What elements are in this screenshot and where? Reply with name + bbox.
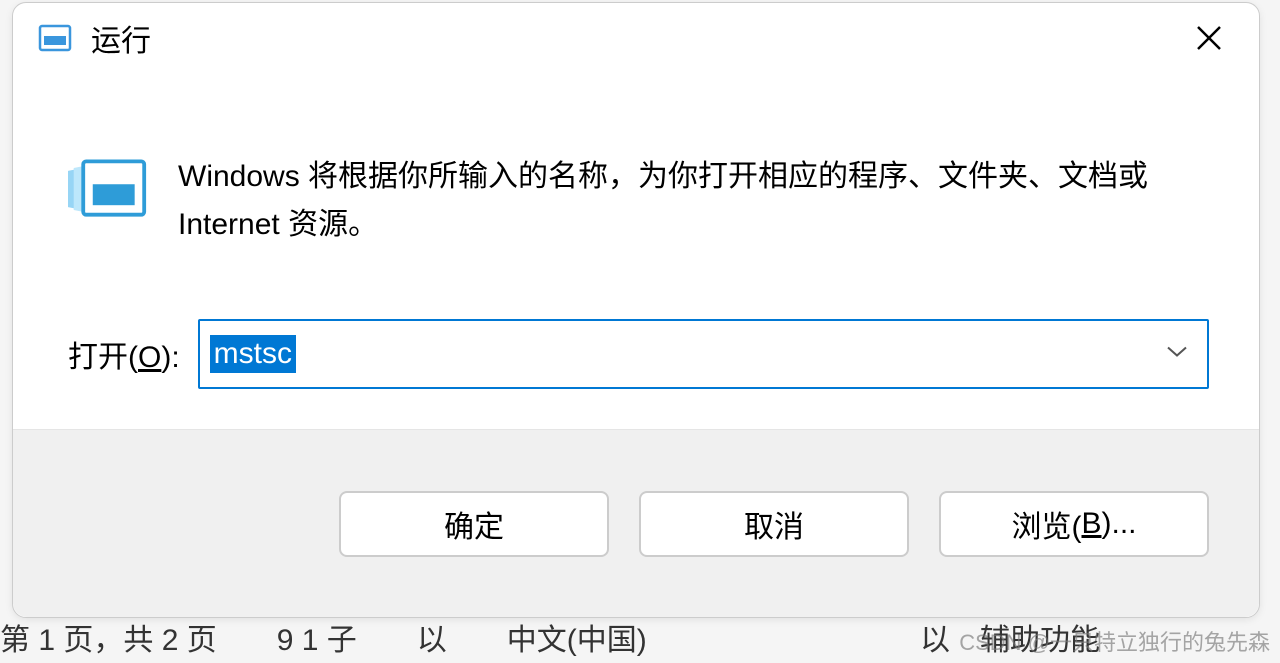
status-left: 第 1 页，共 2 页 9 1 子 以 中文(中国) <box>0 615 647 659</box>
close-icon <box>1195 24 1223 52</box>
run-icon-small <box>37 20 73 56</box>
cancel-button[interactable]: 取消 <box>639 491 909 557</box>
titlebar: 运行 <box>13 3 1259 69</box>
close-button[interactable] <box>1179 13 1239 63</box>
button-bar: 确定 取消 浏览(B)... <box>13 429 1259 617</box>
ok-button[interactable]: 确定 <box>339 491 609 557</box>
watermark: CSDN @一只特立独行的兔先森 <box>959 625 1270 657</box>
browse-button[interactable]: 浏览(B)... <box>939 491 1209 557</box>
combobox-value: mstsc <box>210 335 296 373</box>
content-area: Windows 将根据你所输入的名称，为你打开相应的程序、文件夹、文档或 Int… <box>13 69 1259 289</box>
open-combobox[interactable]: mstsc <box>198 319 1209 389</box>
run-dialog: 运行 Windows 将根据你所输入的名称，为你打开相应的程序、文件夹、文档或 … <box>12 2 1260 618</box>
run-icon-large <box>68 149 148 229</box>
dialog-description: Windows 将根据你所输入的名称，为你打开相应的程序、文件夹、文档或 Int… <box>178 149 1209 249</box>
chevron-down-icon[interactable] <box>1165 345 1189 364</box>
open-label: 打开(O): <box>68 332 180 376</box>
dialog-title: 运行 <box>91 16 1179 60</box>
input-row: 打开(O): mstsc <box>13 289 1259 429</box>
